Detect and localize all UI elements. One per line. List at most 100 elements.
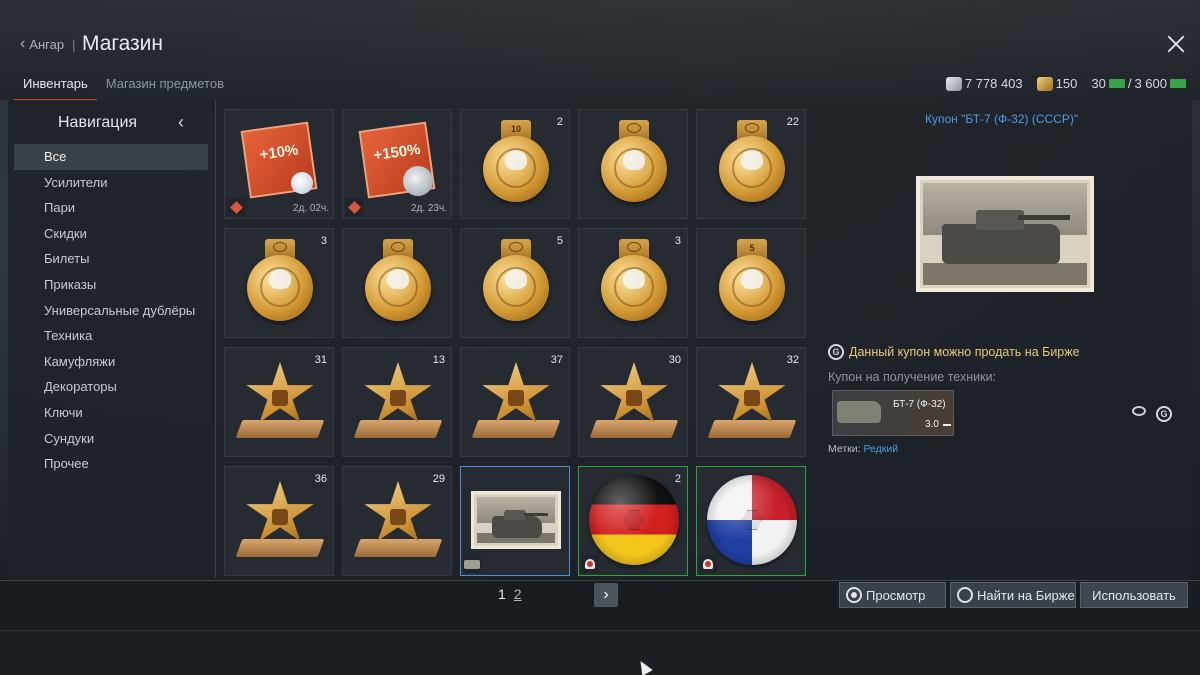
inventory-tile-order[interactable]: 5 <box>696 228 806 338</box>
silver-lions: 7 778 403 <box>945 76 1023 91</box>
vehicle-name: БТ-7 (Ф-32) <box>893 399 946 410</box>
booster-time-left: 2д. 23ч. <box>410 203 447 214</box>
ribbon-wrench-icon <box>745 123 759 133</box>
germany-football-icon <box>589 475 679 565</box>
lion-emblem-icon <box>505 150 527 170</box>
nav-item-wagers[interactable]: Пари <box>14 195 208 221</box>
ribbon-number: 10 <box>510 124 521 134</box>
rarity-tag[interactable]: Редкий <box>863 443 898 455</box>
inventory-tile-order[interactable]: 10 2 <box>460 109 570 219</box>
page-current[interactable]: 1 <box>498 586 506 602</box>
bomb-emblem-icon <box>272 390 288 406</box>
collapse-chevron-icon[interactable]: ‹ <box>178 112 184 133</box>
vehicle-battle-rating: 3.0 <box>925 419 939 430</box>
lion-emblem-icon <box>269 269 291 289</box>
lion-emblem-icon <box>741 269 763 289</box>
nav-item-camouflages[interactable]: Камуфляжи <box>14 349 208 375</box>
decorator-type-icon <box>699 555 717 573</box>
navigation-sidebar: Навигация ‹ Все Усилители Пари Скидки Би… <box>14 108 208 574</box>
inventory-tile-vehicle-coupon[interactable] <box>460 466 570 576</box>
back-button[interactable]: ‹ Ангар | <box>20 36 80 52</box>
inventory-tile-decorator[interactable] <box>696 466 806 576</box>
lightning-emblem-icon <box>626 390 642 406</box>
nav-item-tickets[interactable]: Билеты <box>14 246 208 272</box>
inventory-tile-universal-backup[interactable]: 32 <box>696 347 806 457</box>
inventory-tile-order[interactable] <box>342 228 452 338</box>
item-detail-panel: Купон "БТ-7 (Ф-32) (СССР)" G Данный купо… <box>820 100 1192 578</box>
panama-football-icon <box>707 475 797 565</box>
nav-item-keys[interactable]: Ключи <box>14 400 208 426</box>
ribbon-tank-icon <box>627 123 641 133</box>
nav-item-decorators[interactable]: Декораторы <box>14 374 208 400</box>
find-button-label: Найти на Бирже <box>977 587 1075 603</box>
item-count: 2 <box>674 473 681 485</box>
inventory-tile-booster[interactable]: +150% 2д. 23ч. <box>342 109 452 219</box>
market-note: G Данный купон можно продать на Бирже <box>828 344 1080 360</box>
crossed-tools-icon <box>390 509 406 525</box>
nav-item-vehicles[interactable]: Техника <box>14 323 208 349</box>
money-total: 3 600 <box>1134 76 1167 91</box>
lion-emblem-icon <box>623 150 645 170</box>
inventory-tile-decorator[interactable]: 2 <box>578 466 688 576</box>
coupon-label: Купон на получение техники: <box>828 370 997 384</box>
item-count: 37 <box>550 354 563 366</box>
inventory-tile-order[interactable] <box>578 109 688 219</box>
nav-item-orders[interactable]: Приказы <box>14 272 208 298</box>
pistol-emblem-icon <box>508 390 524 406</box>
nav-item-boosters[interactable]: Усилители <box>14 170 208 196</box>
booster-time-left: 2д. 02ч. <box>292 203 329 214</box>
money-icon <box>1170 79 1186 88</box>
inventory-tile-order[interactable]: 5 <box>460 228 570 338</box>
tab-bar: Инвентарь Магазин предметов <box>14 70 233 101</box>
ribbon-star-icon <box>627 242 641 252</box>
nav-item-all[interactable]: Все <box>14 144 208 170</box>
silver-lion-icon <box>945 76 962 91</box>
tab-item-shop[interactable]: Магазин предметов <box>97 70 233 101</box>
navigation-list: Все Усилители Пари Скидки Билеты Приказы… <box>14 144 208 477</box>
golden-eagle-icon <box>1036 76 1053 91</box>
find-on-market-button[interactable]: Найти на Бирже <box>950 582 1076 608</box>
page-link[interactable]: 2 <box>514 586 522 602</box>
nav-item-universal-backups[interactable]: Универсальные дублёры <box>14 298 208 324</box>
inventory-tile-order[interactable]: 22 <box>696 109 806 219</box>
eye-icon[interactable] <box>1132 406 1146 416</box>
inventory-tile-universal-backup[interactable]: 31 <box>224 347 334 457</box>
use-button[interactable]: Использовать <box>1080 582 1188 608</box>
inventory-tile-universal-backup[interactable]: 36 <box>224 466 334 576</box>
market-icon[interactable]: G <box>1156 404 1172 422</box>
inventory-tile-order[interactable]: 3 <box>578 228 688 338</box>
inventory-tile-order[interactable]: 3 <box>224 228 334 338</box>
nav-item-discounts[interactable]: Скидки <box>14 221 208 247</box>
nav-item-chests[interactable]: Сундуки <box>14 426 208 452</box>
inventory-tile-universal-backup[interactable]: 37 <box>460 347 570 457</box>
tab-inventory[interactable]: Инвентарь <box>14 70 97 101</box>
inventory-tile-universal-backup[interactable]: 13 <box>342 347 452 457</box>
ribbon-crosshair-icon <box>391 242 405 252</box>
item-count: 32 <box>786 354 799 366</box>
close-icon[interactable] <box>1166 34 1186 54</box>
tank-icon <box>837 401 881 423</box>
item-count: 22 <box>786 116 799 128</box>
inventory-tile-universal-backup[interactable]: 30 <box>578 347 688 457</box>
inventory-tile-booster[interactable]: +10% 2д. 02ч. <box>224 109 334 219</box>
vehicle-card[interactable]: БТ-7 (Ф-32) 3.0 <box>832 390 954 436</box>
item-count: 13 <box>432 354 445 366</box>
pagination: 1 2 <box>498 586 522 602</box>
money-current: 30 <box>1091 76 1106 91</box>
nav-item-other[interactable]: Прочее <box>14 451 208 477</box>
back-label: Ангар <box>29 36 65 52</box>
silver-lions-value: 7 778 403 <box>964 76 1023 91</box>
lion-emblem-icon <box>505 269 527 289</box>
market-note-text: Данный купон можно продать на Бирже <box>849 345 1080 359</box>
booster-type-icon <box>345 198 363 216</box>
tags-label: Метки: <box>828 443 861 455</box>
item-count: 29 <box>432 473 445 485</box>
market-icon <box>957 587 973 603</box>
footer-bar <box>0 630 1200 675</box>
item-tags: Метки: Редкий <box>828 443 898 455</box>
item-count: 36 <box>314 473 327 485</box>
inventory-tile-universal-backup[interactable]: 29 <box>342 466 452 576</box>
next-page-button[interactable]: › <box>594 583 618 607</box>
view-button[interactable]: Просмотр <box>839 582 946 608</box>
decorator-type-icon <box>581 555 599 573</box>
